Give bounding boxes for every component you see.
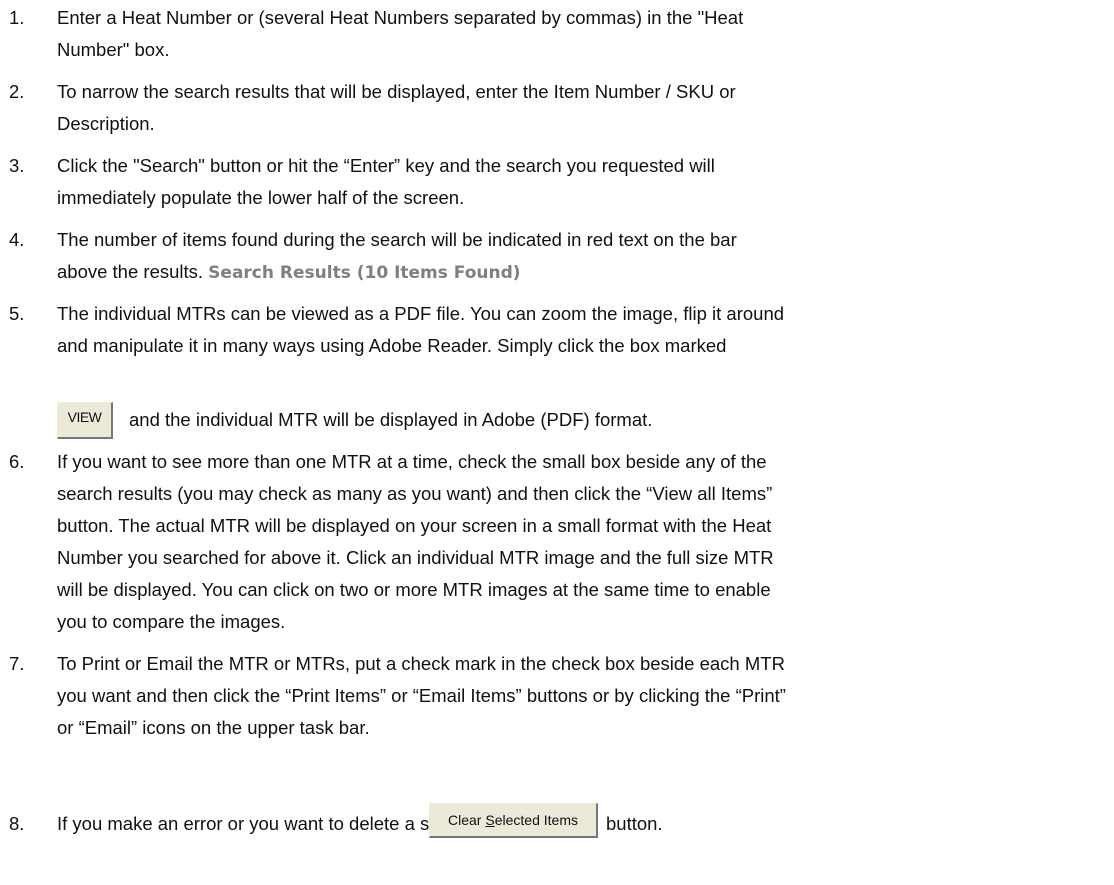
step-2-text: To narrow the search results that will b… xyxy=(57,81,736,102)
step-6-text: will be displayed. You can click on two … xyxy=(57,579,771,600)
step-5-text: and manipulate it in many ways using Ado… xyxy=(57,335,727,356)
step-2-number: 2. xyxy=(9,81,25,102)
step-8-number: 8. xyxy=(9,813,25,834)
step-7-text: you want and then click the “Print Items… xyxy=(57,685,786,706)
step-5-number: 5. xyxy=(9,303,25,324)
step-3-text: immediately populate the lower half of t… xyxy=(57,187,465,208)
step-7-text: or “Email” icons on the upper task bar. xyxy=(57,717,370,738)
step-6-text: Number you searched for above it. Click … xyxy=(57,547,774,568)
step-7-number: 7. xyxy=(9,653,25,674)
step-8-text: button. xyxy=(606,813,663,834)
view-button[interactable]: VIEW xyxy=(57,402,113,439)
step-1-number: 1. xyxy=(9,7,25,28)
step-5-text: The individual MTRs can be viewed as a P… xyxy=(57,303,785,324)
step-6-text: you to compare the images. xyxy=(57,611,286,632)
step-6-text: search results (you may check as many as… xyxy=(57,483,773,504)
step-1-text: Enter a Heat Number or (several Heat Num… xyxy=(57,7,744,28)
step-2-text: Description. xyxy=(57,113,155,134)
search-results-label: Search Results (10 Items Found) xyxy=(208,263,521,283)
step-6-text: button. The actual MTR will be displayed… xyxy=(57,515,772,536)
step-4-text: The number of items found during the sea… xyxy=(57,229,737,250)
step-3-number: 3. xyxy=(9,155,25,176)
step-6-number: 6. xyxy=(9,451,25,472)
step-3-text: Click the "Search" button or hit the “En… xyxy=(57,155,715,176)
clear-selected-items-button[interactable]: Clear Selected Items xyxy=(429,803,598,838)
clear-button-label-post: elected Items xyxy=(494,812,578,828)
step-1-text: Number" box. xyxy=(57,39,170,60)
clear-button-label-accesskey: S xyxy=(485,812,495,828)
step-5-text: and the individual MTR will be displayed… xyxy=(129,409,653,430)
instructions-document: 1. Enter a Heat Number or (several Heat … xyxy=(0,0,1114,885)
step-4-number: 4. xyxy=(9,229,25,250)
step-7-text: To Print or Email the MTR or MTRs, put a… xyxy=(57,653,785,674)
step-6-text: If you want to see more than one MTR at … xyxy=(57,451,767,472)
step-4-text: above the results. xyxy=(57,261,204,282)
clear-button-label-pre: Clear xyxy=(448,812,486,828)
